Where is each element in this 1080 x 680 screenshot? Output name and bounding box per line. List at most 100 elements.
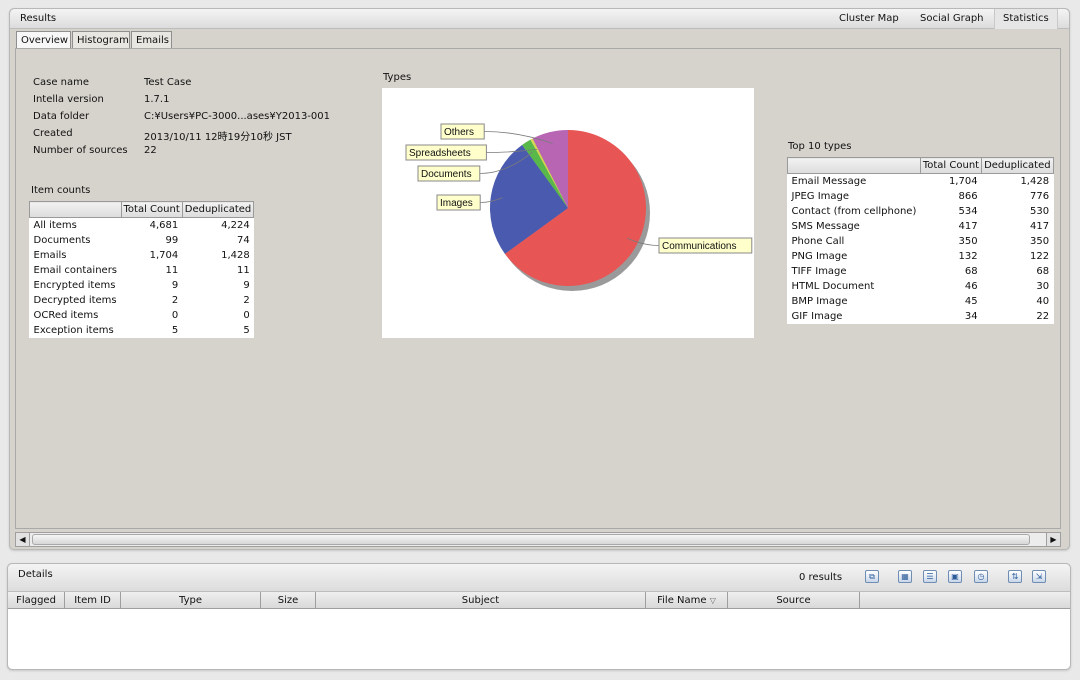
top-types-header-blank <box>787 157 921 174</box>
column-file-name[interactable]: File Name ▽ <box>646 592 728 609</box>
export-icon[interactable]: ⇲ <box>1032 570 1046 583</box>
tab-social-graph[interactable]: Social Graph <box>920 13 984 24</box>
pie-label-communications: Communications <box>662 241 736 252</box>
column-flagged[interactable]: Flagged <box>8 592 65 609</box>
item-counts-cell-total: 1,704 <box>149 249 179 261</box>
item-counts-header-total[interactable]: Total Count <box>120 201 183 218</box>
scroll-right-arrow-icon[interactable]: ▶ <box>1046 533 1060 546</box>
thumbnail-view-icon[interactable]: ▣ <box>948 570 962 583</box>
top-types-row: GIF Image 34 22 <box>788 309 1054 324</box>
item-counts-cell-dedup: 9 <box>243 279 250 291</box>
scrollbar-thumb[interactable] <box>32 534 1030 545</box>
top-types-row: HTML Document 46 30 <box>788 279 1054 294</box>
scroll-left-arrow-icon[interactable]: ◀ <box>16 533 30 546</box>
top-types-cell-total: 68 <box>964 265 978 277</box>
top-types-cell-total: 1,704 <box>948 175 978 187</box>
top-types-cell-label: TIFF Image <box>791 265 847 277</box>
top-types-cell-dedup: 776 <box>1029 190 1050 202</box>
top-types-cell-label: BMP Image <box>791 295 848 307</box>
top-types-row: Contact (from cellphone) 534 530 <box>788 204 1054 219</box>
filter-icon[interactable]: ▽ <box>710 596 716 605</box>
pie-label-spreadsheets: Spreadsheets <box>409 148 471 159</box>
version-label: Intella version <box>33 94 104 105</box>
column-type[interactable]: Type <box>121 592 261 609</box>
item-counts-cell-dedup: 1,428 <box>221 249 250 261</box>
item-counts-cell-total: 0 <box>171 309 179 321</box>
top-types-cell-label: Contact (from cellphone) <box>791 205 917 217</box>
top-types-cell-total: 46 <box>964 280 978 292</box>
item-counts-cell-total: 2 <box>171 294 179 306</box>
item-counts-cell-dedup: 4,224 <box>221 219 250 231</box>
item-counts-header-blank <box>29 201 122 218</box>
column-source[interactable]: Source <box>728 592 860 609</box>
list-view-icon[interactable]: ☰ <box>923 570 937 583</box>
tab-statistics[interactable]: Statistics <box>994 9 1058 29</box>
sources-label: Number of sources <box>33 145 128 156</box>
item-counts-row: All items 4,681 4,224 <box>30 218 254 233</box>
item-counts-row: Email containers 11 11 <box>30 263 254 278</box>
top-types-cell-total: 45 <box>964 295 978 307</box>
top-types-cell-dedup: 30 <box>1036 280 1050 292</box>
item-counts-cell-label: Encrypted items <box>33 279 116 291</box>
top-types-cell-label: HTML Document <box>791 280 875 292</box>
item-counts-cell-total: 4,681 <box>149 219 179 231</box>
tab-histogram[interactable]: Histogram <box>72 31 130 49</box>
top-types-row: JPEG Image 866 776 <box>788 189 1054 204</box>
top-types-row: BMP Image 45 40 <box>788 294 1054 309</box>
column-subject[interactable]: Subject <box>316 592 646 609</box>
item-counts-cell-dedup: 11 <box>237 264 250 276</box>
item-counts-row: Exception items 5 5 <box>30 323 254 338</box>
results-panel: Results Cluster Map Social Graph Statist… <box>9 8 1070 550</box>
case-name-label: Case name <box>33 77 90 88</box>
top-types-row: SMS Message 417 417 <box>788 219 1054 234</box>
column-item-id[interactable]: Item ID <box>65 592 121 609</box>
pie-label-others: Others <box>444 127 474 138</box>
top-types-header-total[interactable]: Total Count <box>919 157 983 174</box>
item-counts-cell-label: All items <box>33 219 77 231</box>
item-counts-cell-dedup: 5 <box>243 324 250 336</box>
top-types-cell-label: SMS Message <box>791 220 860 232</box>
item-counts-cell-label: Emails <box>33 249 67 261</box>
types-title: Types <box>383 72 412 83</box>
item-counts-row: Emails 1,704 1,428 <box>30 248 254 263</box>
top-types-cell-dedup: 68 <box>1036 265 1050 277</box>
item-counts-cell-label: Documents <box>33 234 91 246</box>
details-panel: Details 0 results ⧉ ▦ ☰ ▣ ◷ ⇅ ⇲ Flagged … <box>7 563 1071 670</box>
item-counts-cell-dedup: 74 <box>237 234 250 246</box>
link-icon[interactable]: ⧉ <box>865 570 879 583</box>
item-counts-cell-total: 11 <box>165 264 179 276</box>
column-size[interactable]: Size <box>261 592 316 609</box>
item-counts-cell-dedup: 2 <box>243 294 250 306</box>
results-header: Results Cluster Map Social Graph Statist… <box>10 9 1069 29</box>
timeline-view-icon[interactable]: ◷ <box>974 570 988 583</box>
top-types-row: PNG Image 132 122 <box>788 249 1054 264</box>
top-types-cell-dedup: 1,428 <box>1020 175 1050 187</box>
item-counts-header-dedup[interactable]: Deduplicated <box>181 201 255 218</box>
top-types-cell-dedup: 40 <box>1036 295 1050 307</box>
top-types-cell-dedup: 530 <box>1029 205 1050 217</box>
item-counts-title: Item counts <box>31 185 91 196</box>
result-count: 0 results <box>799 572 843 583</box>
types-pie-chart: Communications Images Documents Spreadsheet… <box>405 123 753 291</box>
case-name-value: Test Case <box>144 77 192 88</box>
overview-content: Case name Test Case Intella version 1.7.… <box>15 48 1061 529</box>
top-types-cell-total: 350 <box>958 235 978 247</box>
details-column-headers: Flagged Item ID Type Size Subject File N… <box>8 592 1070 609</box>
horizontal-scrollbar[interactable]: ◀ ▶ <box>15 532 1061 547</box>
item-counts-table: Total Count Deduplicated All items 4,681 4… <box>29 201 255 338</box>
tab-cluster-map[interactable]: Cluster Map <box>839 13 899 24</box>
item-counts-cell-label: Exception items <box>33 324 114 336</box>
version-value: 1.7.1 <box>144 94 170 105</box>
details-results-list[interactable] <box>8 609 1070 669</box>
item-counts-cell-total: 5 <box>171 324 179 336</box>
data-folder-label: Data folder <box>33 111 90 122</box>
item-counts-cell-total: 9 <box>171 279 179 291</box>
tab-emails[interactable]: Emails <box>131 31 172 49</box>
item-counts-header-row: Total Count Deduplicated <box>29 201 255 218</box>
top-types-header-dedup[interactable]: Deduplicated <box>981 157 1054 174</box>
sort-icon[interactable]: ⇅ <box>1008 570 1022 583</box>
table-view-icon[interactable]: ▦ <box>898 570 912 583</box>
item-counts-cell-total: 99 <box>165 234 179 246</box>
top-types-cell-total: 34 <box>964 310 978 322</box>
top-types-cell-total: 534 <box>958 205 978 217</box>
